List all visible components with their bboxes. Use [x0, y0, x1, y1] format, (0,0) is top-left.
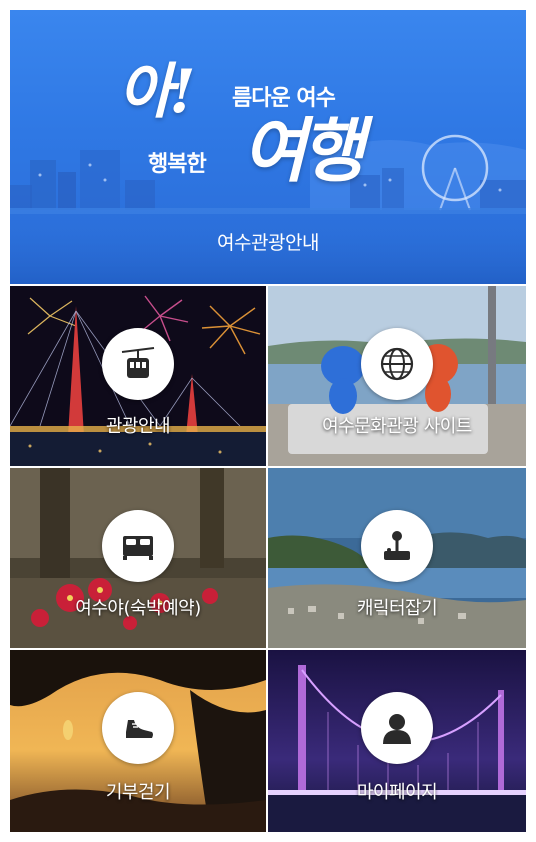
menu-donation-walking[interactable]: 기부걷기	[10, 650, 266, 832]
bed-icon	[102, 510, 174, 582]
menu-accommodation[interactable]: 여수야(숙박예약)	[10, 468, 266, 648]
banner-title: 여수관광안내	[217, 232, 319, 254]
globe-icon	[361, 328, 433, 400]
joystick-icon	[361, 510, 433, 582]
menu-catch-characters[interactable]: 캐릭터잡기	[268, 468, 526, 648]
menu-label: 캐릭터잡기	[356, 598, 438, 619]
menu-label: 기부걷기	[105, 782, 171, 803]
cable-car-icon	[102, 328, 174, 400]
menu-label: 여수문화관광 사이트	[322, 416, 472, 437]
menu-label: 여수야(숙박예약)	[75, 598, 201, 619]
shoe-icon	[102, 692, 174, 764]
user-icon	[361, 692, 433, 764]
app-frame: 아! 름다운 여수 행복한 여행 여수관광안내 관광안내 여수문화관광 사이트 …	[10, 10, 526, 832]
logo-line-beautiful-yeosu: 름다운 여수	[232, 86, 336, 111]
logo-exclamation: 아!	[118, 57, 196, 127]
hero-banner[interactable]: 아! 름다운 여수 행복한 여행 여수관광안내	[10, 10, 526, 284]
logo-line-happy: 행복한	[148, 152, 207, 177]
menu-label: 마이페이지	[356, 782, 438, 803]
menu-label: 관광안내	[105, 416, 171, 437]
logo-trip: 여행	[242, 109, 365, 192]
menu-culture-tourism-site[interactable]: 여수문화관광 사이트	[268, 286, 526, 466]
menu-tourist-info[interactable]: 관광안내	[10, 286, 266, 466]
menu-my-page[interactable]: 마이페이지	[268, 650, 526, 832]
